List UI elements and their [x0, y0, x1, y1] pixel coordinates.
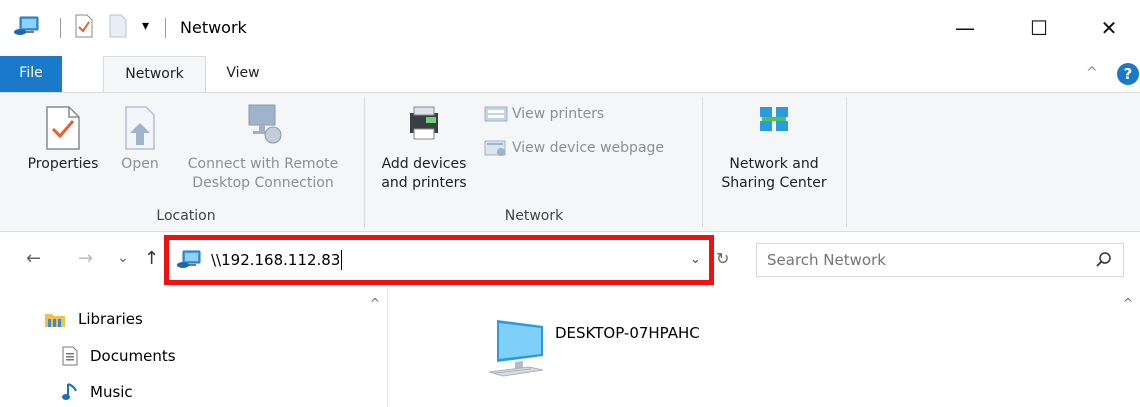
connect-label-line1: Connect with Remote [187, 156, 339, 172]
qa-separator [60, 18, 61, 38]
add-devices-label-line2: and printers [381, 175, 467, 191]
view-printers-icon [484, 106, 508, 122]
search-icon[interactable] [1095, 251, 1113, 269]
help-icon[interactable]: ? [1117, 63, 1139, 85]
properties-icon [46, 106, 80, 150]
view-device-webpage-label: View device webpage [512, 140, 665, 156]
ribbon-panel: Properties Open Connect with Remote Desk… [0, 92, 1140, 232]
network-app-icon[interactable] [14, 14, 42, 38]
recent-locations-button[interactable]: ⌄ [117, 250, 129, 266]
view-printers-label: View printers [512, 106, 605, 122]
computer-item[interactable]: DESKTOP-07HPAHC [489, 314, 749, 394]
view-device-webpage-button[interactable]: View device webpage [484, 137, 664, 159]
customize-qa-dropdown[interactable]: ▾ [142, 18, 149, 34]
qa-separator [165, 18, 166, 38]
remote-desktop-icon [248, 104, 282, 144]
tab-view[interactable]: View [214, 56, 272, 92]
up-button[interactable]: ↑ [144, 248, 159, 269]
connect-remote-desktop-button[interactable]: Connect with Remote Desktop Connection [172, 99, 354, 193]
nav-item-documents[interactable]: Documents [62, 346, 176, 366]
view-device-webpage-icon [484, 140, 506, 156]
search-box[interactable] [756, 243, 1124, 277]
music-icon [62, 382, 78, 402]
computer-icon [489, 320, 544, 377]
nav-pane-scroll-up[interactable]: ^ [370, 296, 380, 310]
location-group-label: Location [156, 208, 216, 224]
tab-file[interactable]: File [0, 56, 62, 92]
address-bar[interactable]: \\192.168.112.83 [177, 245, 697, 275]
network-sharing-center-icon [760, 107, 788, 131]
title-bar: ▾ Network — ☐ ✕ [0, 0, 1140, 56]
network-group-label: Network [504, 208, 564, 224]
documents-icon [62, 346, 78, 366]
nsc-label-line2: Sharing Center [721, 175, 827, 191]
content-pane[interactable]: ^ DESKTOP-07HPAHC [389, 288, 1140, 407]
open-label: Open [121, 156, 159, 172]
nav-item-libraries[interactable]: Libraries [44, 310, 143, 328]
properties-label: Properties [27, 156, 99, 172]
maximize-button[interactable]: ☐ [1016, 10, 1062, 46]
nav-item-label: Libraries [78, 310, 143, 328]
address-bar-highlight: \\192.168.112.83 ⌄ [164, 235, 714, 285]
libraries-icon [44, 310, 66, 328]
view-printers-button[interactable]: View printers [484, 103, 604, 125]
back-button[interactable]: ← [26, 248, 41, 269]
group-separator [846, 97, 847, 227]
group-separator [702, 97, 703, 227]
add-devices-label-line1: Add devices [381, 156, 467, 172]
close-button[interactable]: ✕ [1086, 10, 1132, 46]
minimize-button[interactable]: — [942, 10, 988, 46]
address-dropdown-button[interactable]: ⌄ [690, 252, 701, 267]
nsc-label-line1: Network and [729, 156, 819, 172]
open-button[interactable]: Open [112, 99, 168, 174]
nav-item-label: Music [90, 383, 133, 401]
address-input[interactable]: \\192.168.112.83 [211, 251, 340, 269]
search-input[interactable] [767, 244, 1067, 276]
network-location-icon [177, 250, 201, 268]
text-caret [341, 250, 343, 270]
forward-button[interactable]: → [78, 248, 93, 269]
properties-qa-icon[interactable] [74, 14, 94, 38]
open-icon [125, 106, 155, 150]
add-devices-printers-button[interactable]: Add devices and printers [368, 99, 480, 193]
nav-item-label: Documents [90, 347, 176, 365]
ribbon-tabs: File Network View ^ ? [0, 56, 1140, 93]
network-sharing-center-button[interactable]: Network and Sharing Center [704, 99, 844, 193]
nav-item-music[interactable]: Music [62, 382, 133, 402]
connect-label-line2: Desktop Connection [192, 175, 334, 191]
content-scroll-up[interactable]: ^ [1123, 296, 1133, 310]
refresh-button[interactable]: ↻ [716, 249, 729, 268]
properties-button[interactable]: Properties [18, 99, 108, 174]
item-label: DESKTOP-07HPAHC [555, 324, 700, 342]
printer-icon [410, 106, 438, 140]
window-title: Network [180, 18, 247, 37]
group-separator [364, 97, 365, 227]
new-folder-qa-icon[interactable] [108, 14, 128, 38]
navigation-bar: ← → ⌄ ↑ \\192.168.112.83 ⌄ ↻ [0, 232, 1140, 288]
navigation-pane[interactable]: ^ Libraries Documents Music [0, 288, 388, 407]
ribbon-collapse-button[interactable]: ^ [1086, 56, 1098, 92]
tab-network[interactable]: Network [103, 56, 206, 93]
